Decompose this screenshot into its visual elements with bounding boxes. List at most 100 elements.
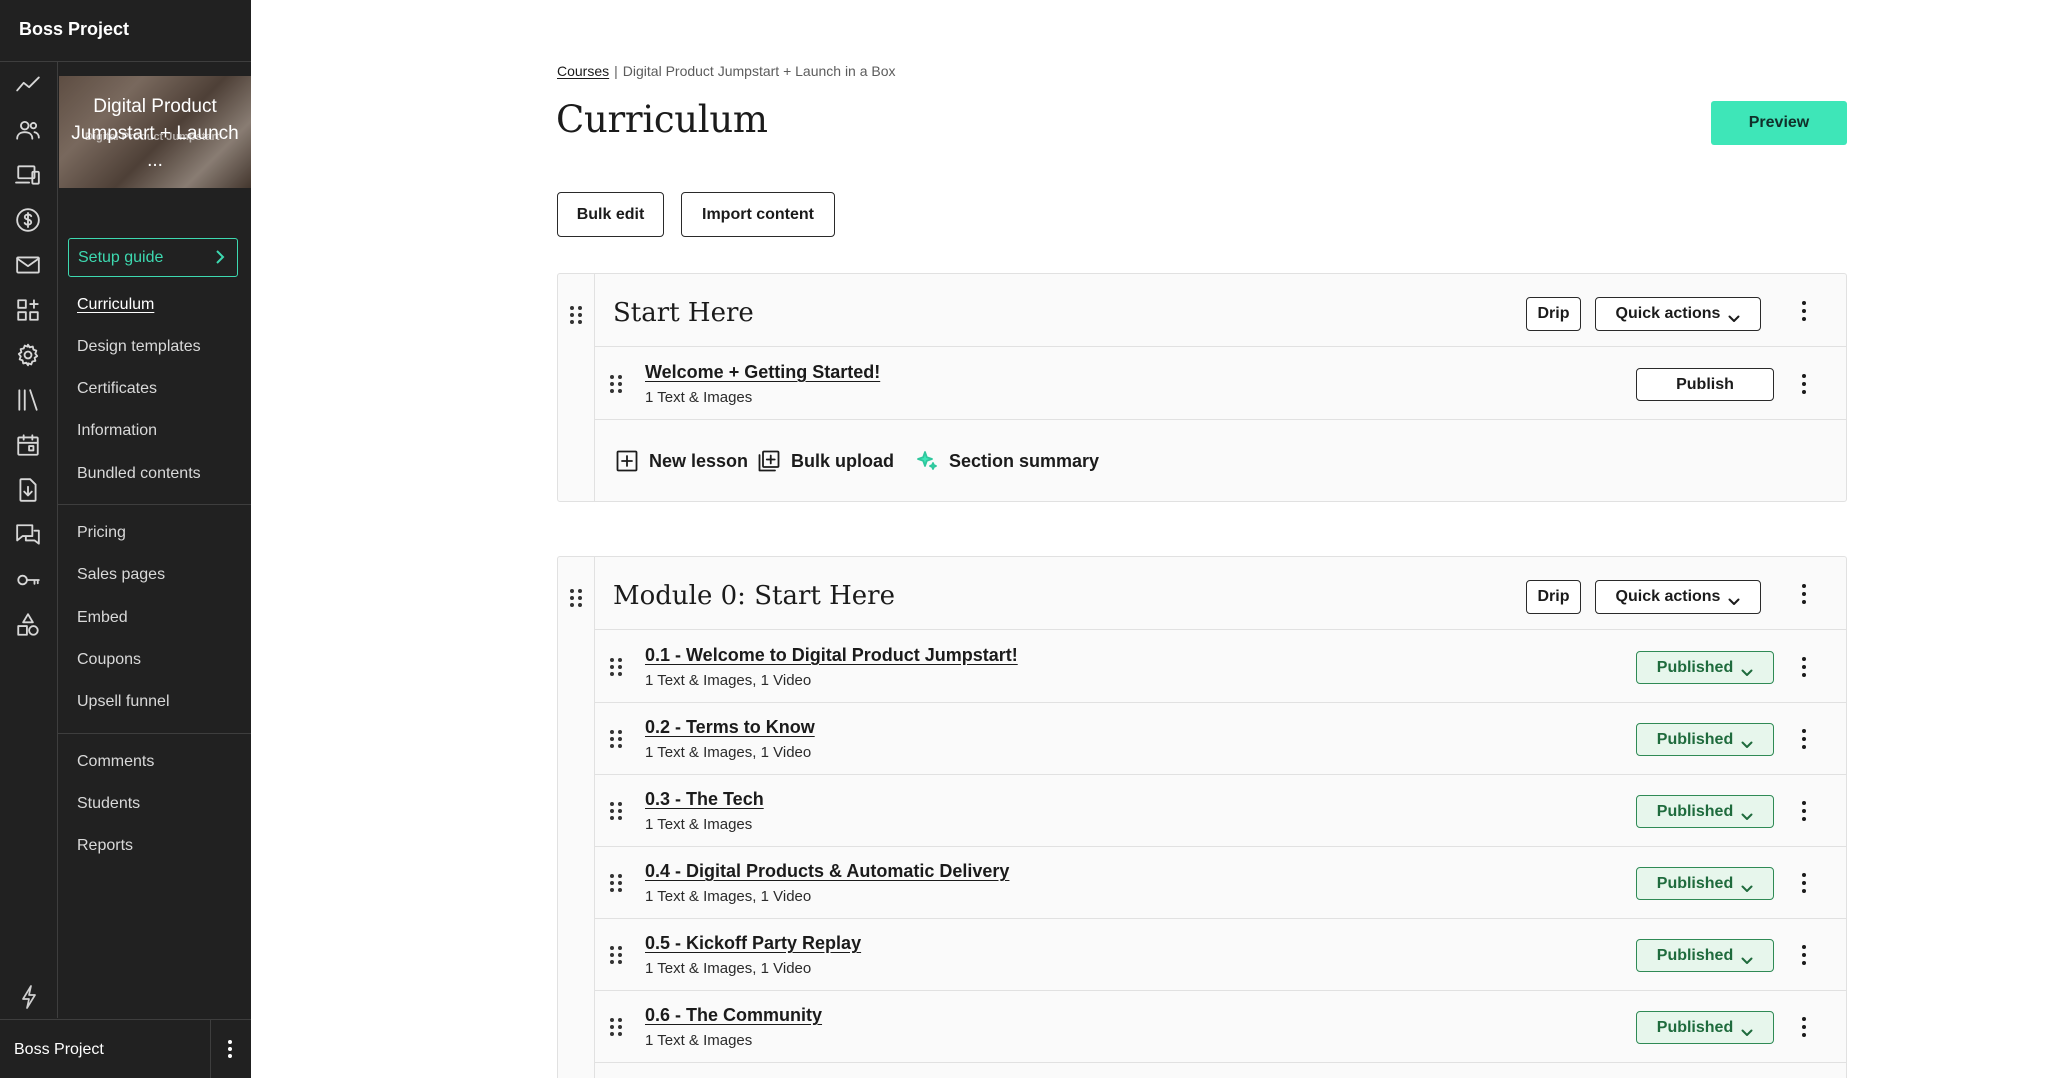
section-footer: New lesson Bulk upload Section summary [595,421,1846,503]
drip-button[interactable]: Drip [1526,580,1581,614]
section-title[interactable]: Module 0: Start Here [613,581,895,611]
lesson-more-icon[interactable] [1800,871,1808,895]
quick-actions-button[interactable]: Quick actions [1595,297,1761,331]
lesson-drag-handle-icon[interactable] [610,1018,622,1036]
published-status-dropdown[interactable]: Published [1636,939,1774,972]
school-name[interactable]: Boss Project [19,19,129,40]
publish-button[interactable]: Publish [1636,368,1774,401]
shapes-icon[interactable] [14,611,42,639]
breadcrumb-separator: | [614,63,618,79]
lesson-title-link[interactable]: Welcome + Getting Started! [645,362,880,383]
section-drag-handle-icon[interactable] [570,589,582,607]
lesson-title-link[interactable]: 0.2 - Terms to Know [645,717,815,738]
library-icon[interactable] [14,386,42,414]
section-header: Module 0: Start Here Drip Quick actions [595,557,1846,630]
published-status-dropdown[interactable]: Published [1636,651,1774,684]
add-square-icon [616,450,638,472]
nav-pricing[interactable]: Pricing [77,524,126,542]
lesson-more-icon[interactable] [1800,943,1808,967]
section-more-icon[interactable] [1800,582,1808,606]
breadcrumb-courses-link[interactable]: Courses [557,63,609,79]
section-module-0: Module 0: Start Here Drip Quick actions … [557,556,1847,1078]
section-more-icon[interactable] [1800,299,1808,323]
section-handle-column [558,557,595,1078]
comments-icon[interactable] [14,521,42,549]
setup-guide-button[interactable]: Setup guide [68,238,238,277]
nav-bundled-contents[interactable]: Bundled contents [77,465,201,483]
lesson-title-link[interactable]: 0.1 - Welcome to Digital Product Jumpsta… [645,645,1018,666]
section-title[interactable]: Start Here [613,298,754,328]
mail-icon[interactable] [14,251,42,279]
lesson-title-link[interactable]: 0.3 - The Tech [645,789,764,810]
nav-information[interactable]: Information [77,422,157,440]
sidebar: Boss Project Digital Product Jumpstart D… [0,0,251,1078]
section-summary-label: Section summary [949,450,1100,471]
lesson-drag-handle-icon[interactable] [610,658,622,676]
chevron-down-icon [1741,1024,1753,1036]
nav-sales-pages[interactable]: Sales pages [77,566,165,584]
analytics-icon[interactable] [14,71,42,99]
status-label: Published [1656,658,1734,676]
nav-embed[interactable]: Embed [77,609,128,627]
preview-button[interactable]: Preview [1711,101,1847,145]
lesson-drag-handle-icon[interactable] [610,375,622,393]
section-summary-button[interactable]: Section summary [915,449,1099,473]
lesson-title-link[interactable]: 0.5 - Kickoff Party Replay [645,933,861,954]
nav-design-templates[interactable]: Design templates [77,338,201,356]
nav-curriculum[interactable]: Curriculum [77,296,154,314]
new-lesson-button[interactable]: New lesson [615,449,748,473]
download-icon[interactable] [14,476,42,504]
nav-students[interactable]: Students [77,795,140,813]
nav-reports[interactable]: Reports [77,837,133,855]
chevron-down-icon [1741,664,1753,676]
nav-upsell-funnel[interactable]: Upsell funnel [77,693,170,711]
nav-certificates[interactable]: Certificates [77,380,157,398]
published-status-dropdown[interactable]: Published [1636,867,1774,900]
lesson-more-icon[interactable] [1800,372,1808,396]
chevron-down-icon [1741,952,1753,964]
quick-actions-button[interactable]: Quick actions [1595,580,1761,614]
lesson-meta: 1 Text & Images [645,816,753,833]
drip-button[interactable]: Drip [1526,297,1581,331]
sparkle-icon [917,451,937,470]
section-drag-handle-icon[interactable] [570,306,582,324]
course-thumbnail-title: Digital Product Jumpstart + Launch ... [71,96,239,171]
breadcrumb: Courses | Digital Product Jumpstart + Laun… [557,63,896,79]
account-name[interactable]: Boss Project [14,1041,104,1059]
section-start-here: Start Here Drip Quick actions Welcome + … [557,273,1847,502]
nav-comments[interactable]: Comments [77,753,154,771]
lesson-more-icon[interactable] [1800,655,1808,679]
calendar-icon[interactable] [14,431,42,459]
account-menu-icon[interactable] [222,1036,238,1062]
lesson-more-icon[interactable] [1800,1015,1808,1039]
nav-divider [58,733,251,734]
lesson-drag-handle-icon[interactable] [610,730,622,748]
bolt-icon[interactable] [18,984,40,1010]
breadcrumb-current: Digital Product Jumpstart + Launch in a … [622,63,896,79]
status-label: Published [1656,946,1734,964]
nav-coupons[interactable]: Coupons [77,651,141,669]
import-content-button[interactable]: Import content [681,192,835,237]
lesson-drag-handle-icon[interactable] [610,946,622,964]
lesson-title-link[interactable]: 0.6 - The Community [645,1005,822,1026]
lesson-more-icon[interactable] [1800,799,1808,823]
users-icon[interactable] [14,116,42,144]
lesson-meta: 1 Text & Images [645,389,753,406]
lesson-row: 0.2 - Terms to Know 1 Text & Images, 1 V… [595,703,1846,775]
bulk-edit-button[interactable]: Bulk edit [557,192,664,237]
bulk-upload-button[interactable]: Bulk upload [757,449,894,473]
dollar-icon[interactable] [14,206,42,234]
lesson-title-link[interactable]: 0.4 - Digital Products & Automatic Deliv… [645,861,1009,882]
key-icon[interactable] [14,566,42,594]
lesson-drag-handle-icon[interactable] [610,874,622,892]
lesson-drag-handle-icon[interactable] [610,802,622,820]
devices-icon[interactable] [14,161,42,189]
lesson-more-icon[interactable] [1800,727,1808,751]
lesson-row: 0.5 - Kickoff Party Replay 1 Text & Imag… [595,919,1846,991]
published-status-dropdown[interactable]: Published [1636,795,1774,828]
course-thumbnail[interactable]: Digital Product Jumpstart Digital Produc… [59,76,251,188]
gear-icon[interactable] [14,341,42,369]
published-status-dropdown[interactable]: Published [1636,723,1774,756]
apps-icon[interactable] [14,296,42,324]
published-status-dropdown[interactable]: Published [1636,1011,1774,1044]
